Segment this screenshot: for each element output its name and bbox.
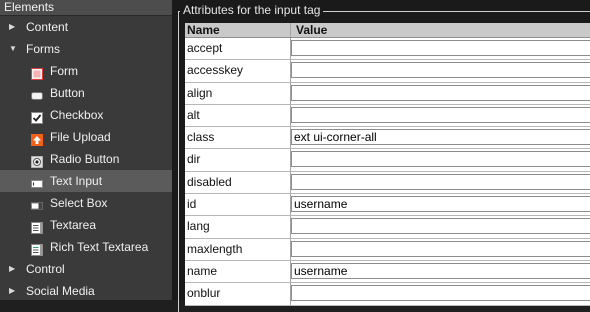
elements-panel: Elements ▶ Content ▼ Forms Form Button C… [0,0,172,300]
attribute-name: align [185,82,291,104]
tree-item-label: Select Box [50,196,108,210]
tree-item-file-upload[interactable]: File Upload [0,126,172,148]
table-header-row: Name Value [185,23,590,38]
tree-item-social-media[interactable]: ▶ Social Media [0,280,172,300]
tree-item-select-box[interactable]: Select Box [0,192,172,214]
attribute-name: disabled [185,171,291,194]
attribute-value-input[interactable] [291,40,590,56]
table-row: maxlength [185,238,590,261]
chevron-right-icon[interactable]: ▶ [9,258,19,280]
table-row: disabled [185,171,590,195]
attribute-value-input[interactable] [291,285,590,302]
tree-item-text-input[interactable]: Text Input [0,170,172,192]
upload-icon [31,131,43,146]
tree-item-label: File Upload [50,130,111,144]
tree-item-content[interactable]: ▶ Content [0,16,172,38]
column-header-name[interactable]: Name [185,23,291,37]
table-row: alt [185,104,590,128]
attribute-value-input[interactable]: username [291,262,590,279]
elements-panel-title: Elements [0,0,172,16]
attribute-name: maxlength [185,238,291,260]
tree-item-label: Radio Button [50,152,120,166]
tree-item-label: Textarea [50,218,97,232]
tree-item-label: Text Input [50,174,103,188]
checkbox-icon [31,109,43,124]
tree-item-forms[interactable]: ▼ Forms [0,38,172,60]
attribute-value-input[interactable] [291,218,590,235]
textarea-icon [31,219,43,234]
tree-item-button[interactable]: Button [0,82,172,104]
attributes-table: Name Value accept accesskey align alt cl… [185,23,590,306]
table-row: accept [185,38,590,61]
tree-item-label: Button [50,86,85,100]
rich-text-textarea-icon [31,241,43,256]
attribute-name: dir [185,149,291,171]
chevron-right-icon[interactable]: ▶ [9,16,19,38]
chevron-right-icon[interactable]: ▶ [9,280,19,300]
attribute-value-input[interactable] [291,62,590,79]
table-row: lang [185,216,590,239]
radio-button-icon [30,153,44,169]
attribute-name: name [185,260,291,283]
tree-item-control[interactable]: ▶ Control [0,258,172,280]
table-row: dir [185,149,590,172]
table-row: onblur [185,283,590,306]
column-header-value[interactable]: Value [291,23,590,37]
attribute-value-input[interactable] [291,151,590,168]
tree-item-label: Forms [26,42,60,56]
tree-item-form[interactable]: Form [0,60,172,82]
tree-item-rich-text-textarea[interactable]: Rich Text Textarea [0,236,172,258]
tree-item-label: Social Media [26,284,95,298]
attribute-value-input[interactable] [291,84,590,101]
select-box-icon [31,197,43,210]
attribute-name: id [185,194,291,216]
attribute-value-input[interactable] [291,240,590,257]
form-icon [31,65,43,80]
attribute-name: accesskey [185,60,291,82]
attribute-value-input[interactable] [291,106,590,123]
chevron-down-icon[interactable]: ▼ [9,38,19,60]
attribute-name: alt [185,104,291,127]
attribute-value-input[interactable]: ext ui-corner-all [291,129,590,146]
attribute-value-input[interactable] [291,173,590,190]
attribute-name: class [185,127,291,149]
button-icon [31,87,43,100]
attribute-value-input[interactable]: username [291,196,590,213]
attributes-legend: Attributes for the input tag [180,4,324,17]
tree-item-textarea[interactable]: Textarea [0,214,172,236]
tree-item-label: Content [26,20,69,34]
table-row: class ext ui-corner-all [185,127,590,150]
tree-item-label: Checkbox [50,108,104,122]
tree-item-checkbox[interactable]: Checkbox [0,104,172,126]
attribute-name: lang [185,216,291,238]
tree-item-radio-button[interactable]: Radio Button [0,148,172,170]
tree-item-label: Control [26,262,65,276]
tree-item-label: Form [50,64,78,78]
table-row: align [185,82,590,105]
attribute-name: accept [185,38,291,60]
tree-item-label: Rich Text Textarea [50,240,149,254]
table-row: accesskey [185,60,590,83]
attributes-panel: Attributes for the input tag Name Value … [172,0,590,312]
text-input-icon [31,175,43,188]
table-row: name username [185,260,590,284]
attribute-name: onblur [185,283,291,305]
table-row: id username [185,194,590,217]
